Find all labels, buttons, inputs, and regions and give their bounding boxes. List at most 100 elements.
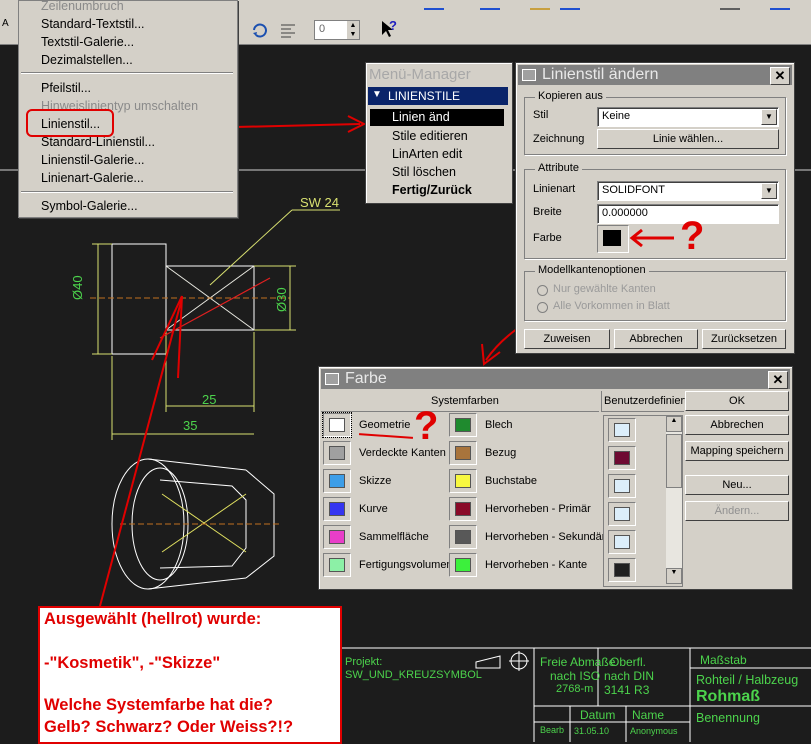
scroll-thumb[interactable] <box>666 434 682 488</box>
color-swatch[interactable] <box>449 441 477 465</box>
modellkanten-group: Modellkantenoptionen Nur gewählte Kanten… <box>524 264 786 321</box>
color-name[interactable]: Geometrie <box>359 419 410 431</box>
name-value: Anonymous <box>630 726 678 736</box>
custom-color-swatch[interactable] <box>608 474 636 498</box>
whats-this-help-icon[interactable]: ? <box>378 18 398 38</box>
menu-item-linienstil-galerie[interactable]: Linienstil-Galerie... <box>41 153 145 167</box>
abbrechen-button[interactable]: Abbrechen <box>614 329 698 349</box>
menu-item-symbol-galerie[interactable]: Symbol-Galerie... <box>41 199 138 213</box>
name-label: Name <box>632 708 665 722</box>
radio-nur-gewaehlte[interactable] <box>537 285 548 296</box>
systemfarben-label: Systemfarben <box>431 395 499 407</box>
toolbar-icon[interactable] <box>720 0 740 10</box>
toolbar-icon[interactable] <box>480 0 500 10</box>
linienstil-dialog: Linienstil ändern ✕ Kopieren aus Stil Ke… <box>515 62 795 354</box>
color-swatch[interactable] <box>449 413 477 437</box>
menu-manager-header-label: LINIENSTILE <box>388 89 461 103</box>
chevron-down-icon[interactable]: ▼ <box>761 109 777 125</box>
dim-diameter-40: Ø40 <box>70 275 85 300</box>
radio2-label: Alle Vorkommen in Blatt <box>553 300 670 312</box>
projection-symbol-icon <box>475 651 529 671</box>
align-icon[interactable] <box>278 20 298 40</box>
menu-item-standard-linienstil[interactable]: Standard-Linienstil... <box>41 135 155 149</box>
mm-item-stile-editieren[interactable]: Stile editieren <box>392 129 468 143</box>
color-swatch[interactable] <box>323 525 351 549</box>
color-swatch[interactable] <box>323 553 351 577</box>
color-name[interactable]: Skizze <box>359 475 391 487</box>
color-name[interactable]: Fertigungsvolumen <box>359 559 453 571</box>
custom-colors-scrollbar[interactable]: ▲ ▼ <box>666 416 682 584</box>
color-name[interactable]: Kurve <box>359 503 388 515</box>
spinner-arrows-icon[interactable]: ▲ ▼ <box>347 21 359 39</box>
menu-item-pfeilstil[interactable]: Pfeilstil... <box>41 81 91 95</box>
color-name[interactable]: Bezug <box>485 447 516 459</box>
color-name[interactable]: Blech <box>485 419 513 431</box>
mm-item-linien-aend[interactable]: Linien änd <box>370 109 504 126</box>
color-swatch[interactable] <box>323 441 351 465</box>
refresh-icon[interactable] <box>250 20 270 40</box>
linie-waehlen-button[interactable]: Linie wählen... <box>597 129 779 149</box>
neu-button[interactable]: Neu... <box>685 475 789 495</box>
menu-item-textstil-galerie[interactable]: Textstil-Galerie... <box>41 35 134 49</box>
menu-item-dezimalstellen[interactable]: Dezimalstellen... <box>41 53 133 67</box>
stil-combo[interactable]: Keine ▼ <box>597 107 779 127</box>
menu-item-zeilenumbruch[interactable]: Zeilenumbruch <box>41 0 124 13</box>
custom-color-swatch[interactable] <box>608 502 636 526</box>
benutzerdefiniert-label: Benutzerdefiniert <box>604 395 688 407</box>
custom-color-swatch[interactable] <box>608 530 636 554</box>
close-icon[interactable]: ✕ <box>768 371 788 389</box>
spinner-field[interactable]: 0 ▲ ▼ <box>314 20 360 40</box>
menu-item-standard-textstil[interactable]: Standard-Textstil... <box>41 17 145 31</box>
color-name[interactable]: Sammelfläche <box>359 531 429 543</box>
mm-item-fertig-zurueck[interactable]: Fertig/Zurück <box>392 183 472 197</box>
custom-color-swatch[interactable] <box>608 418 636 442</box>
scroll-down-icon[interactable]: ▼ <box>666 568 682 584</box>
zuruecksetzen-button[interactable]: Zurücksetzen <box>702 329 786 349</box>
radio-alle-vorkommen[interactable] <box>537 302 548 313</box>
rohmass-label: Rohmaß <box>696 688 760 705</box>
toolbar-icon[interactable] <box>530 0 550 10</box>
mm-item-stil-loeschen[interactable]: Stil löschen <box>392 165 456 179</box>
color-swatch[interactable] <box>449 553 477 577</box>
color-swatch[interactable] <box>449 469 477 493</box>
toolbar-icon[interactable] <box>424 0 444 10</box>
mapping-speichern-button[interactable]: Mapping speichern <box>685 441 789 461</box>
chevron-down-icon[interactable]: ▼ <box>761 183 777 199</box>
custom-colors-column <box>608 416 660 586</box>
aendern-button[interactable]: Ändern... <box>685 501 789 521</box>
toolbar-icon[interactable] <box>560 0 580 10</box>
cross-symbol-3d <box>161 493 247 553</box>
color-swatch[interactable] <box>449 497 477 521</box>
toolbar-icon[interactable] <box>770 0 790 10</box>
color-name[interactable]: Hervorheben - Primär <box>485 503 591 515</box>
system-colors-grid: Geometrie Verdeckte Kanten Skizze Kurve Samm… <box>321 412 605 583</box>
oberfl-3: 3141 R3 <box>604 683 650 697</box>
ok-button[interactable]: OK <box>685 391 789 411</box>
oberfl-2: nach DIN <box>604 669 655 683</box>
close-icon[interactable]: ✕ <box>770 67 790 85</box>
color-swatch[interactable] <box>449 525 477 549</box>
menu-item-linienart-galerie[interactable]: Linienart-Galerie... <box>41 171 144 185</box>
color-name[interactable]: Hervorheben - Kante <box>485 559 587 571</box>
farbe-abbrechen-button[interactable]: Abbrechen <box>685 415 789 435</box>
custom-color-swatch[interactable] <box>608 558 636 582</box>
scroll-up-icon[interactable]: ▲ <box>666 416 682 432</box>
zuweisen-button[interactable]: Zuweisen <box>524 329 610 349</box>
help-question-mark: ? <box>389 18 397 33</box>
farbe-titlebar[interactable]: Farbe ✕ <box>321 369 790 389</box>
color-swatch[interactable] <box>323 469 351 493</box>
color-name[interactable]: Buchstabe <box>485 475 537 487</box>
linienstil-titlebar[interactable]: Linienstil ändern ✕ <box>518 65 792 85</box>
color-name[interactable]: Hervorheben - Sekundär <box>485 531 605 543</box>
group-label: Kopieren aus <box>535 90 606 102</box>
linienart-combo[interactable]: SOLIDFONT ▼ <box>597 181 779 201</box>
farbe-swatch-button[interactable] <box>597 225 629 253</box>
farbe-title: Farbe <box>345 370 387 387</box>
menu-manager-panel: Menü-Manager ▼ LINIENSTILE Linien änd St… <box>365 62 513 204</box>
mm-item-linarten-edit[interactable]: LinArten edit <box>392 147 462 161</box>
radio1-label: Nur gewählte Kanten <box>553 283 656 295</box>
color-swatch[interactable] <box>323 497 351 521</box>
menu-manager-header[interactable]: ▼ LINIENSTILE <box>368 87 508 105</box>
text-style-icon[interactable]: A <box>2 18 9 29</box>
custom-color-swatch[interactable] <box>608 446 636 470</box>
